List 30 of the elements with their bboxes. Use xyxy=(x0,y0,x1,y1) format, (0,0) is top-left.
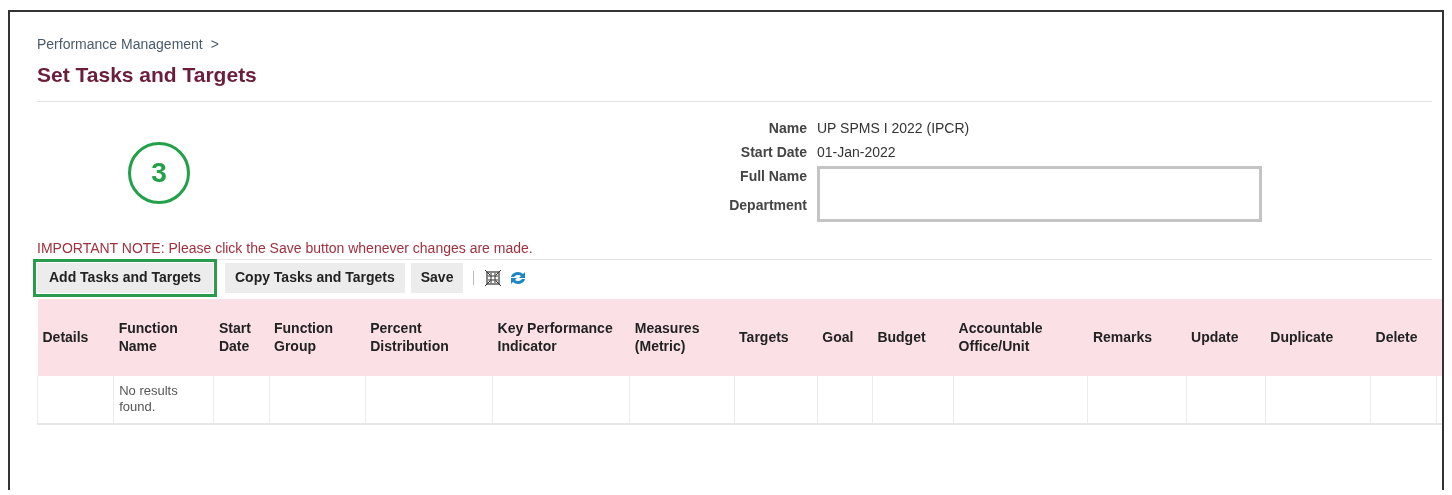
column-header: Key Performance Indicator xyxy=(492,298,630,376)
empty-message: No results found. xyxy=(119,383,178,414)
field-value: UP SPMS I 2022 (IPCR) xyxy=(817,118,971,138)
breadcrumb-link[interactable]: Performance Management xyxy=(37,34,203,55)
column-header: Remarks xyxy=(1087,298,1187,376)
breadcrumb-separator: > xyxy=(210,35,219,54)
important-note: IMPORTANT NOTE: Please click the Save button whenever changes are made. xyxy=(37,238,534,258)
column-header: Delete xyxy=(1370,298,1437,376)
column-header: Accountable Office/Unit xyxy=(953,298,1088,376)
field-label: Full Name xyxy=(739,166,807,186)
field-label: Department xyxy=(728,195,807,215)
field-value: 01-Jan-2022 xyxy=(817,142,897,162)
column-header: Start Date xyxy=(213,298,269,376)
column-header: Function Group xyxy=(269,298,366,376)
column-header: Targets xyxy=(734,298,818,376)
expand-icon[interactable] xyxy=(484,268,503,287)
column-header: Function Name xyxy=(113,298,214,376)
toolbar-button[interactable]: Save xyxy=(410,262,464,293)
step-marker: 3 xyxy=(128,141,190,204)
field-label: Name xyxy=(767,118,807,138)
toolbar-button[interactable]: Copy Tasks and Targets xyxy=(224,262,405,293)
column-header: Budget xyxy=(872,298,954,376)
column-header: Details xyxy=(37,298,114,376)
field-label: Start Date xyxy=(739,142,807,162)
page-title: Set Tasks and Targets xyxy=(37,62,258,88)
column-header: Update xyxy=(1186,298,1266,376)
column-header: Goal xyxy=(817,298,873,376)
column-header: Measures (Metric) xyxy=(629,298,735,376)
column-header: Percent Distribution xyxy=(365,298,493,376)
column-header: Duplicate xyxy=(1265,298,1371,376)
